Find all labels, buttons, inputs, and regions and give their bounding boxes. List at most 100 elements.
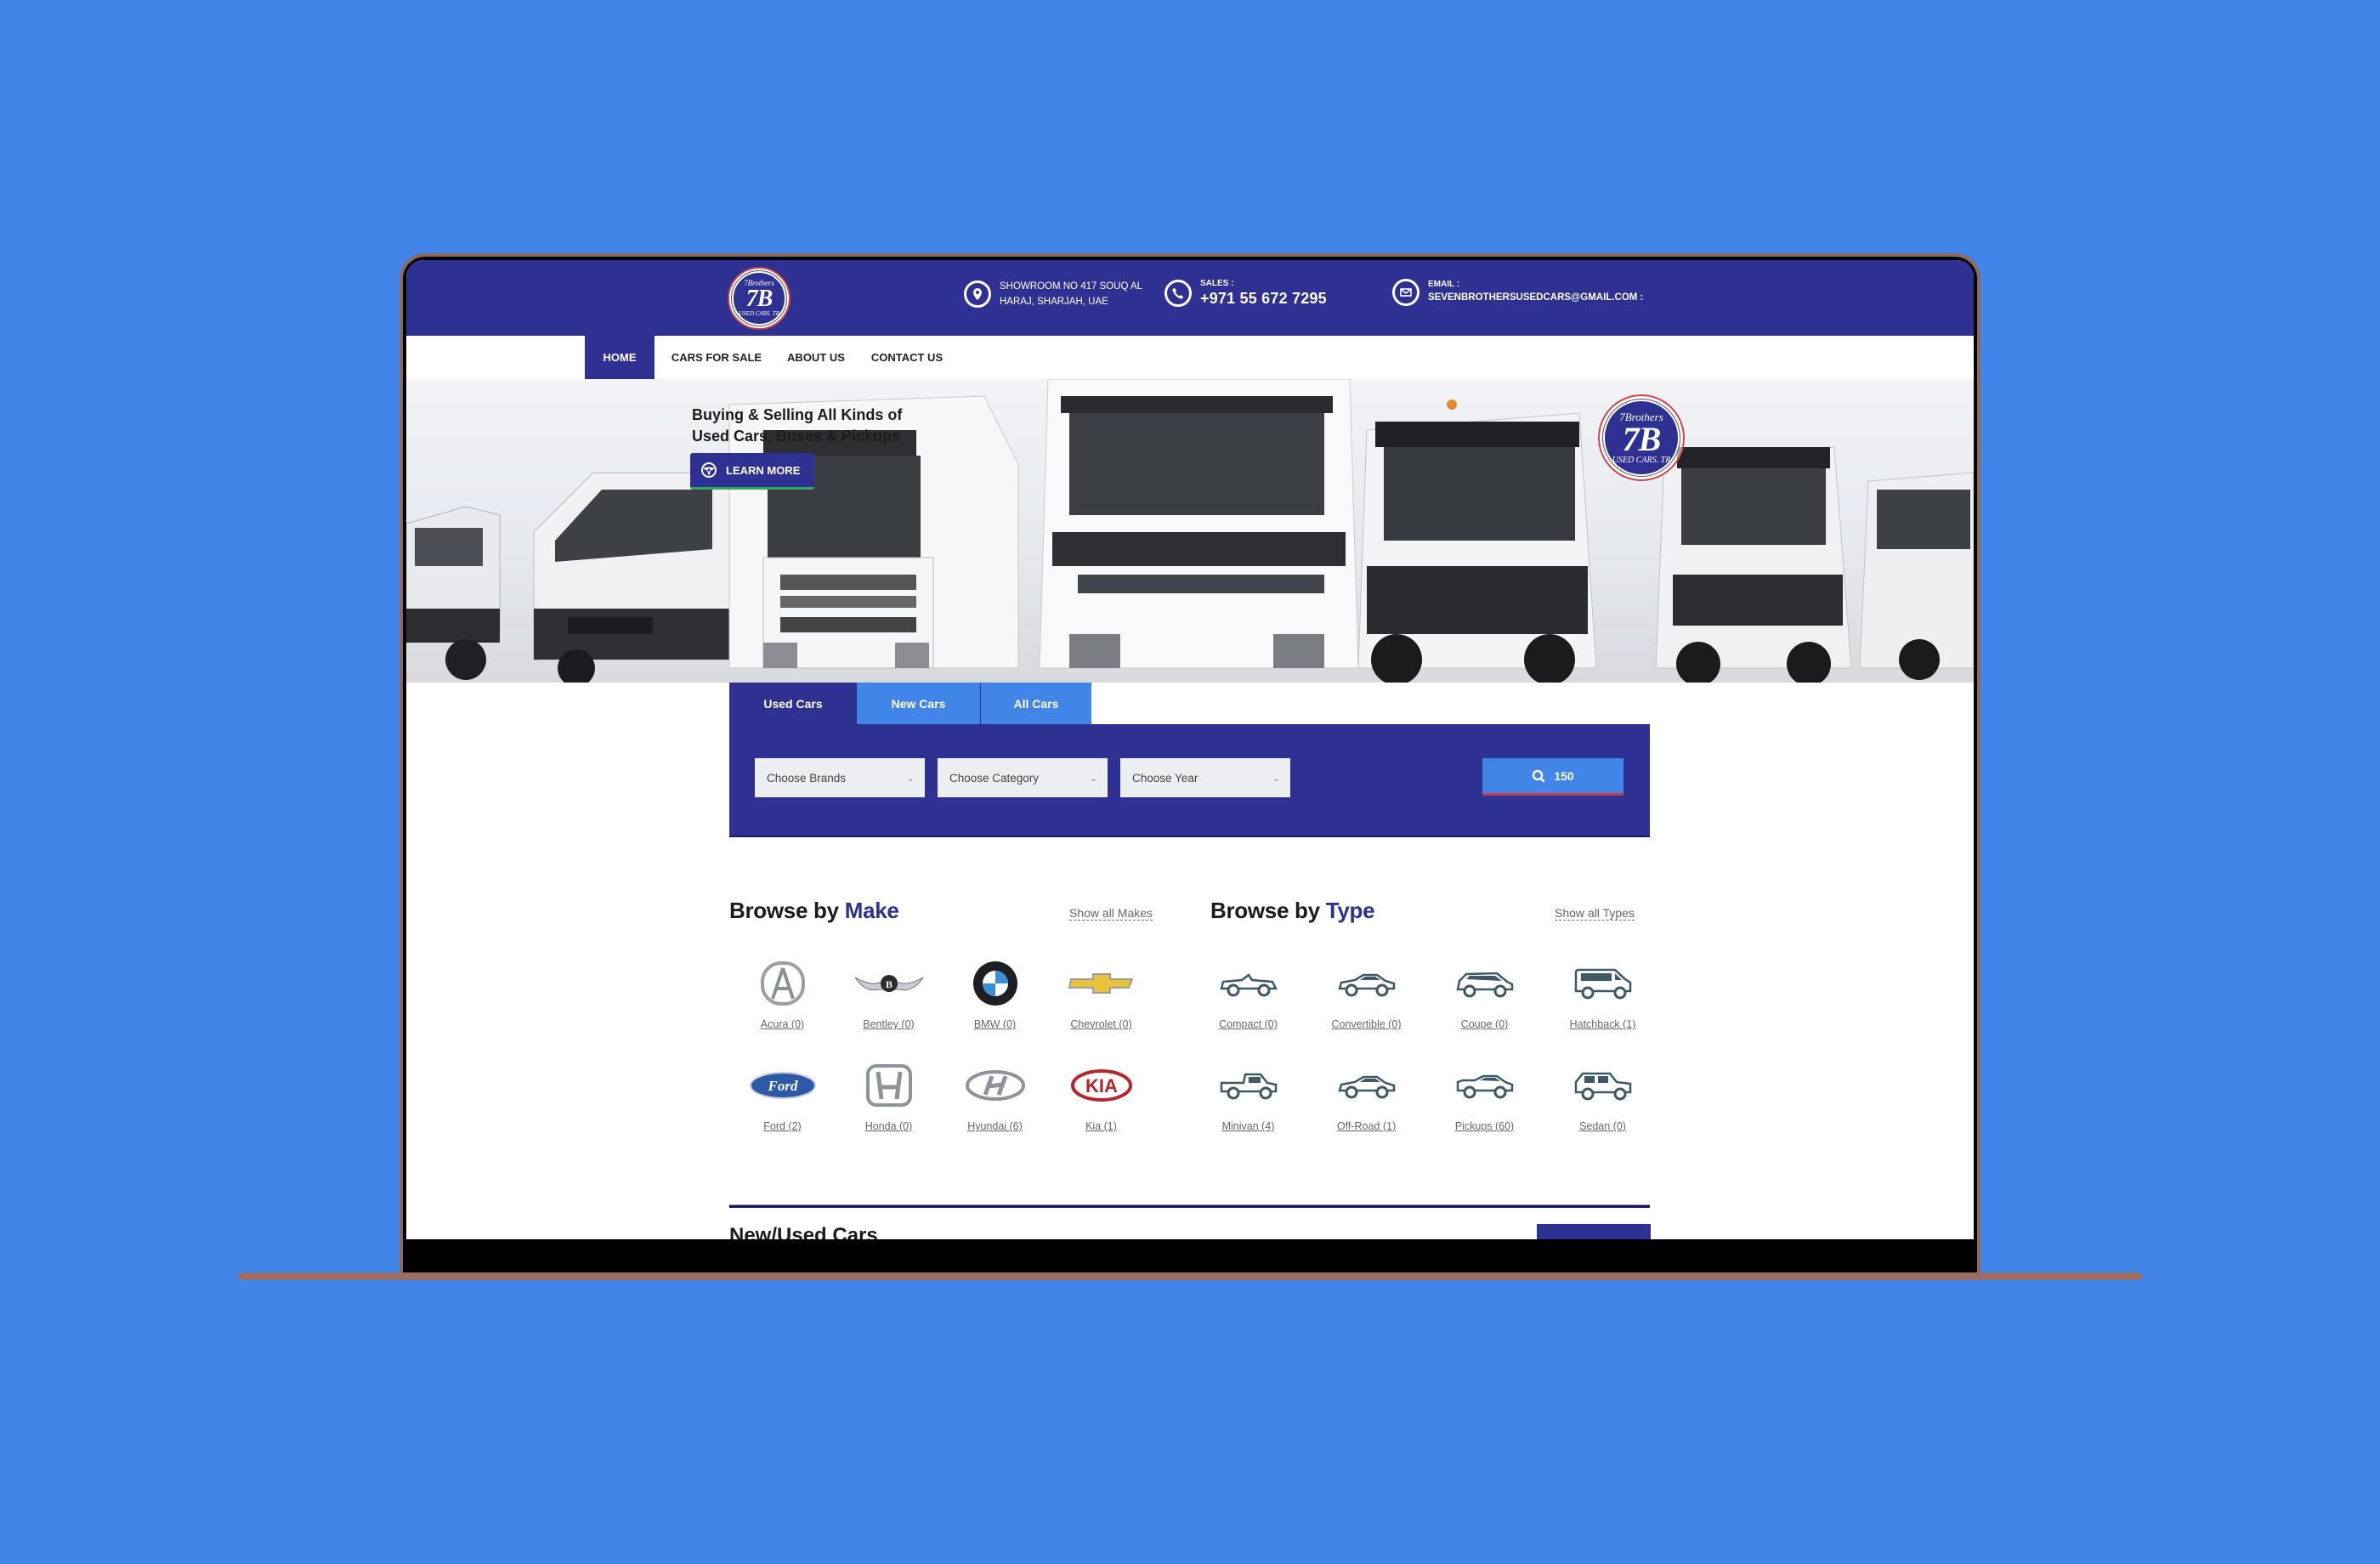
browse-type-title-accent: Type xyxy=(1325,898,1375,923)
learn-more-label: LEARN MORE xyxy=(726,463,801,477)
type-item-pickups[interactable]: Pickups (60) xyxy=(1425,1059,1544,1132)
nav-about-us[interactable]: ABOUT US xyxy=(774,336,858,379)
make-label: Kia (1) xyxy=(1085,1120,1117,1132)
steering-wheel-icon xyxy=(701,462,717,478)
truck-right xyxy=(1655,446,1852,683)
truck-dark-grille xyxy=(1357,400,1597,683)
make-label: Acura (0) xyxy=(760,1018,805,1030)
svg-text:KIA: KIA xyxy=(1085,1075,1118,1096)
sales-block: SALES : +971 55 672 7295 xyxy=(1164,279,1327,308)
hero-title-line-1: Buying & Selling All Kinds of xyxy=(692,406,903,423)
make-item-chevrolet[interactable]: Chevrolet (0) xyxy=(1048,957,1154,1030)
search-panel: Choose Brands ⌄ Choose Category ⌄ Choose… xyxy=(729,724,1650,837)
learn-more-button[interactable]: LEARN MORE xyxy=(690,453,814,490)
type-item-sedan[interactable]: Sedan (0) xyxy=(1544,1059,1662,1132)
laptop-base xyxy=(238,1272,2142,1280)
nav-contact-us[interactable]: CONTACT US xyxy=(860,336,954,379)
logo-bottom-text: USED CARS. TR xyxy=(738,310,780,317)
make-item-bmw[interactable]: BMW (0) xyxy=(942,957,1048,1030)
show-all-makes-link[interactable]: Show all Makes xyxy=(1069,906,1153,921)
make-item-acura[interactable]: Acura (0) xyxy=(729,957,836,1030)
address-block: SHOWROOM NO 417 SOUQ AL HARAJ, SHARJAH, … xyxy=(964,279,1142,309)
nav-cars-for-sale[interactable]: CARS FOR SALE xyxy=(661,336,772,379)
van-icon xyxy=(1574,968,1631,1000)
make-label: Hyundai (6) xyxy=(967,1120,1023,1132)
nav-home[interactable]: HOME xyxy=(585,336,654,379)
tab-used-cars[interactable]: Used Cars xyxy=(729,683,857,724)
type-label: Minivan (4) xyxy=(1221,1120,1275,1132)
sales-label: SALES : xyxy=(1200,279,1234,288)
make-item-bentley[interactable]: B Bentley (0) xyxy=(836,957,942,1030)
site-logo[interactable]: 7Brothers 7B USED CARS. TR xyxy=(728,267,790,330)
search-icon xyxy=(1533,769,1545,782)
svg-text:Ford: Ford xyxy=(767,1078,797,1094)
main-nav: HOME CARS FOR SALE ABOUT US CONTACT US xyxy=(406,336,1974,379)
hyundai-logo-icon xyxy=(965,1070,1025,1101)
badge-bottom-text: USED CARS. TR xyxy=(1612,455,1671,465)
type-item-compact[interactable]: Compact (0) xyxy=(1189,957,1307,1030)
type-label: Coupe (0) xyxy=(1460,1018,1509,1030)
type-item-coupe[interactable]: Coupe (0) xyxy=(1425,957,1544,1030)
year-select-value: Choose Year xyxy=(1132,771,1198,785)
search-tabs: Used Cars New Cars All Cars xyxy=(729,683,1091,724)
brand-select[interactable]: Choose Brands ⌄ xyxy=(755,758,925,797)
search-result-count: 150 xyxy=(1554,768,1574,783)
svg-text:B: B xyxy=(885,978,892,990)
sedan-car-icon xyxy=(1337,973,1395,997)
chevron-down-icon: ⌄ xyxy=(906,773,915,784)
search-button[interactable]: 150 xyxy=(1482,758,1624,796)
make-label: BMW (0) xyxy=(973,1018,1017,1030)
new-used-cars-title: New/Used Cars xyxy=(729,1224,878,1239)
hatchback-car-icon xyxy=(1455,972,1513,998)
browser-screen: 7Brothers 7B USED CARS. TR SHOWROOM NO 4… xyxy=(406,260,1974,1239)
sales-phone[interactable]: +971 55 672 7295 xyxy=(1200,289,1327,308)
category-select[interactable]: Choose Category ⌄ xyxy=(938,758,1108,797)
bmw-logo-icon xyxy=(972,961,1017,1006)
browse-make-title-prefix: Browse by xyxy=(729,898,839,923)
year-select[interactable]: Choose Year ⌄ xyxy=(1120,758,1290,797)
type-item-minivan[interactable]: Minivan (4) xyxy=(1189,1059,1307,1132)
chevron-down-icon: ⌄ xyxy=(1089,773,1097,784)
type-item-convertible[interactable]: Convertible (0) xyxy=(1307,957,1425,1030)
email-address[interactable]: SEVENBROTHERSUSEDCARS@GMAIL.COM : xyxy=(1428,290,1643,305)
section-divider xyxy=(729,1204,1650,1208)
email-label: EMAIL : xyxy=(1428,280,1460,289)
hero-logo-badge: 7Brothers 7B USED CARS. TR xyxy=(1598,394,1685,481)
section-action-button[interactable] xyxy=(1537,1224,1651,1239)
ford-logo-icon: Ford xyxy=(749,1072,816,1099)
make-label: Ford (2) xyxy=(763,1120,802,1132)
suv-icon xyxy=(1574,1072,1631,1101)
make-item-hyundai[interactable]: Hyundai (6) xyxy=(942,1059,1048,1132)
category-select-value: Choose Category xyxy=(949,771,1040,785)
make-item-kia[interactable]: KIA Kia (1) xyxy=(1048,1059,1154,1132)
sedan-car-icon xyxy=(1337,1075,1395,1099)
make-label: Chevrolet (0) xyxy=(1070,1018,1132,1030)
map-pin-icon xyxy=(964,280,991,308)
honda-logo-icon xyxy=(865,1064,912,1107)
tab-all-cars[interactable]: All Cars xyxy=(981,683,1091,724)
hero-trucks-image xyxy=(406,379,1974,683)
truck-far-right xyxy=(1859,472,1974,680)
tab-new-cars[interactable]: New Cars xyxy=(857,683,981,724)
type-item-hatchback[interactable]: Hatchback (1) xyxy=(1544,957,1662,1030)
make-label: Bentley (0) xyxy=(863,1018,915,1030)
type-grid: Compact (0) Convertible (0) Coupe (0) Ha… xyxy=(1189,957,1662,1132)
make-item-honda[interactable]: Honda (0) xyxy=(836,1059,942,1132)
type-item-off-road[interactable]: Off-Road (1) xyxy=(1307,1059,1425,1132)
show-all-types-link[interactable]: Show all Types xyxy=(1555,906,1635,921)
make-item-ford[interactable]: Ford Ford (2) xyxy=(729,1059,836,1132)
logo-main-text: 7B xyxy=(745,286,774,312)
chevron-down-icon: ⌄ xyxy=(1272,773,1280,784)
type-label: Hatchback (1) xyxy=(1569,1018,1636,1030)
envelope-icon xyxy=(1392,279,1420,306)
sports-car-icon xyxy=(1456,1074,1513,1099)
browse-make-title-accent: Make xyxy=(844,898,899,923)
browse-by-type: Browse by Type Show all Types Compact (0… xyxy=(1210,898,1635,1132)
truck-center xyxy=(1039,379,1359,669)
hero-title: Buying & Selling All Kinds of Used Cars,… xyxy=(692,405,947,447)
type-label: Off-Road (1) xyxy=(1336,1120,1397,1132)
convertible-car-icon xyxy=(1219,973,1278,997)
phone-icon xyxy=(1164,280,1192,307)
hero-banner: Buying & Selling All Kinds of Used Cars,… xyxy=(406,379,1974,683)
browse-by-make: Browse by Make Show all Makes Acura (0) … xyxy=(729,898,1154,1132)
